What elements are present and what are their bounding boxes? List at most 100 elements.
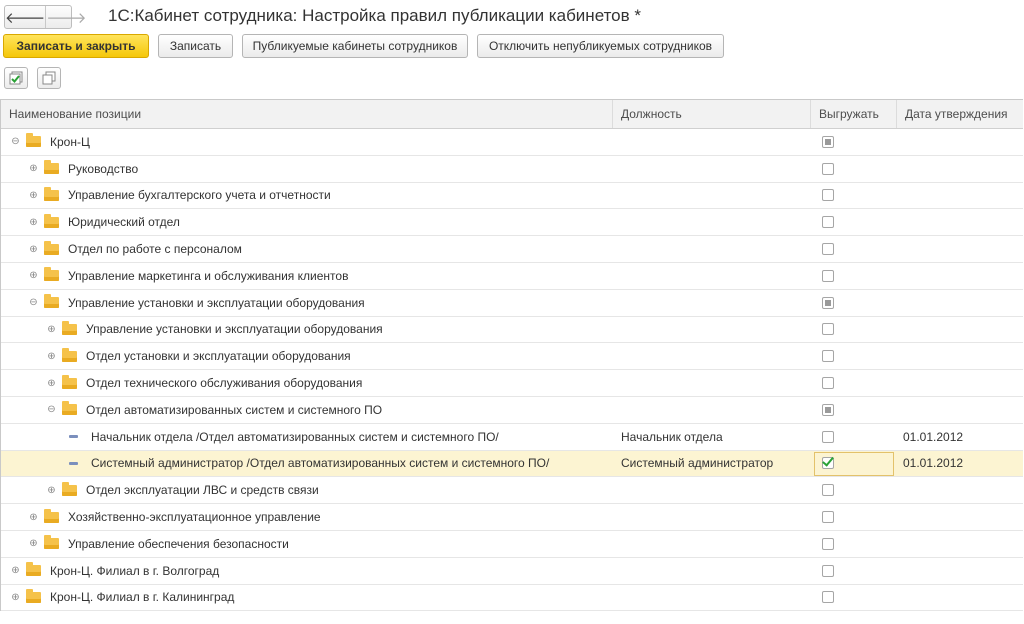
upload-cell — [811, 558, 897, 584]
table-row[interactable]: ⊖ Управление установки и эксплуатации обо… — [1, 290, 1023, 317]
disable-unpublished-button[interactable]: Отключить непубликуемых сотрудников — [477, 34, 724, 58]
upload-checkbox[interactable] — [822, 537, 834, 550]
table-row[interactable]: ⊖ Крон-Ц — [1, 129, 1023, 156]
table-row[interactable]: ⊕ Отдел эксплуатации ЛВС и средств связи — [1, 477, 1023, 505]
column-header-position[interactable]: Должность — [613, 100, 811, 128]
expand-icon[interactable]: ⊕ — [47, 485, 56, 495]
name-cell: ⊕ Крон-Ц. Филиал в г. Волгоград — [1, 558, 623, 584]
upload-checkbox[interactable] — [822, 564, 834, 577]
approval-date-cell — [897, 477, 1023, 503]
upload-checkbox[interactable] — [822, 162, 834, 175]
upload-cell — [811, 290, 897, 316]
expand-icon[interactable]: ⊕ — [29, 539, 38, 549]
row-name: Системный администратор /Отдел автоматиз… — [91, 456, 550, 471]
expand-icon[interactable]: ⊕ — [47, 324, 56, 334]
position-item-icon — [69, 435, 78, 439]
back-arrow-icon[interactable]: 🡐 — [5, 6, 45, 28]
expand-icon[interactable]: ⊕ — [29, 512, 38, 522]
table-row[interactable]: ⊕ Отдел по работе с персоналом — [1, 236, 1023, 263]
folder-icon — [44, 186, 59, 201]
published-cabinets-button[interactable]: Публикуемые кабинеты сотрудников — [242, 34, 468, 58]
row-name: Крон-Ц. Филиал в г. Волгоград — [50, 563, 220, 578]
table-row[interactable]: ⊕ Юридический отдел — [1, 209, 1023, 237]
expand-icon[interactable]: ⊕ — [29, 217, 38, 227]
position-cell — [613, 504, 811, 530]
table-row[interactable]: ⊕ Хозяйственно-эксплуатационное управлени… — [1, 504, 1023, 531]
upload-checkbox[interactable] — [822, 430, 834, 443]
collapse-icon[interactable]: ⊖ — [11, 137, 20, 147]
table-row[interactable]: ⊖ Отдел автоматизированных систем и систе… — [1, 397, 1023, 424]
upload-cell — [811, 370, 897, 396]
forward-arrow-icon[interactable]: 🡒 — [45, 6, 86, 28]
row-name: Крон-Ц — [50, 134, 90, 149]
row-name: Отдел установки и эксплуатации оборудова… — [86, 349, 351, 364]
position-cell — [613, 236, 811, 262]
upload-cell — [811, 531, 897, 557]
table-row[interactable]: ⊕ Отдел установки и эксплуатации оборудов… — [1, 343, 1023, 371]
table-row[interactable]: ⊕ Управление бухгалтерского учета и отчет… — [1, 183, 1023, 210]
upload-checkbox[interactable] — [822, 189, 834, 202]
column-header-name[interactable]: Наименование позиции — [1, 100, 613, 128]
table-row[interactable]: ⊕ Управление обеспечения безопасности — [1, 531, 1023, 558]
approval-date-cell — [897, 370, 1023, 396]
collapse-icon[interactable]: ⊖ — [47, 405, 56, 415]
position-cell — [613, 183, 811, 209]
row-name: Хозяйственно-эксплуатационное управление — [68, 510, 321, 525]
table-row[interactable]: ⊕ Отдел технического обслуживания оборудо… — [1, 370, 1023, 397]
expand-icon[interactable]: ⊕ — [29, 164, 38, 174]
table-row[interactable]: Системный администратор /Отдел автоматиз… — [1, 450, 1023, 478]
table-row[interactable]: Начальник отдела /Отдел автоматизированн… — [1, 424, 1023, 451]
expand-icon[interactable]: ⊕ — [29, 271, 38, 281]
approval-date-cell — [897, 290, 1023, 316]
upload-cell — [811, 317, 897, 343]
folder-icon — [62, 401, 77, 416]
upload-checkbox[interactable] — [822, 135, 834, 148]
row-name: Отдел по работе с персоналом — [68, 242, 242, 257]
upload-checkbox[interactable] — [822, 243, 834, 256]
expand-icon[interactable]: ⊕ — [11, 566, 20, 576]
table-row[interactable]: ⊕ Управление установки и эксплуатации обо… — [1, 317, 1023, 344]
table-row[interactable]: ⊕ Крон-Ц. Филиал в г. Калининград — [1, 585, 1023, 612]
upload-checkbox[interactable] — [822, 269, 834, 282]
expand-icon[interactable]: ⊕ — [11, 592, 20, 602]
upload-cell — [811, 424, 897, 450]
upload-cell — [811, 129, 897, 155]
upload-checkbox[interactable] — [822, 350, 834, 363]
expand-icon[interactable]: ⊕ — [29, 244, 38, 254]
upload-checkbox[interactable] — [822, 216, 834, 229]
upload-cell — [811, 263, 897, 289]
expand-icon[interactable]: ⊕ — [47, 378, 56, 388]
folder-icon — [26, 562, 41, 577]
column-header-approval-date[interactable]: Дата утверждения — [897, 100, 1023, 128]
approval-date-cell — [897, 504, 1023, 530]
table-row[interactable]: ⊕ Крон-Ц. Филиал в г. Волгоград — [1, 558, 1023, 585]
row-name: Управление маркетинга и обслуживания кли… — [68, 268, 349, 283]
upload-checkbox[interactable] — [822, 377, 834, 390]
save-button[interactable]: Записать — [158, 34, 233, 58]
column-header-upload[interactable]: Выгружать — [811, 100, 897, 128]
upload-checkbox[interactable] — [822, 484, 834, 497]
upload-cell — [811, 183, 897, 209]
save-and-close-button[interactable]: Записать и закрыть — [3, 34, 149, 58]
positions-table: Наименование позиции Должность Выгружать… — [0, 99, 1023, 612]
upload-checkbox[interactable] — [822, 511, 834, 524]
name-cell: ⊕ Отдел установки и эксплуатации оборудов… — [1, 343, 659, 369]
approval-date-cell — [897, 236, 1023, 262]
expand-icon[interactable]: ⊕ — [47, 351, 56, 361]
upload-checkbox[interactable] — [822, 591, 834, 604]
approval-date-cell — [897, 585, 1023, 611]
approval-date-cell — [897, 531, 1023, 557]
upload-checkbox[interactable] — [822, 403, 834, 416]
name-cell: ⊕ Руководство — [1, 156, 641, 182]
table-row[interactable]: ⊕ Управление маркетинга и обслуживания кл… — [1, 263, 1023, 290]
upload-checkbox[interactable] — [822, 323, 834, 336]
name-cell: ⊕ Отдел по работе с персоналом — [1, 236, 641, 262]
table-row[interactable]: ⊕ Руководство — [1, 156, 1023, 183]
upload-checkbox[interactable] — [822, 457, 834, 470]
expand-icon[interactable]: ⊕ — [29, 190, 38, 200]
upload-checkbox[interactable] — [822, 296, 834, 309]
uncheck-all-button[interactable] — [37, 67, 61, 89]
row-name: Крон-Ц. Филиал в г. Калининград — [50, 590, 235, 605]
check-all-button[interactable] — [4, 67, 28, 89]
collapse-icon[interactable]: ⊖ — [29, 298, 38, 308]
